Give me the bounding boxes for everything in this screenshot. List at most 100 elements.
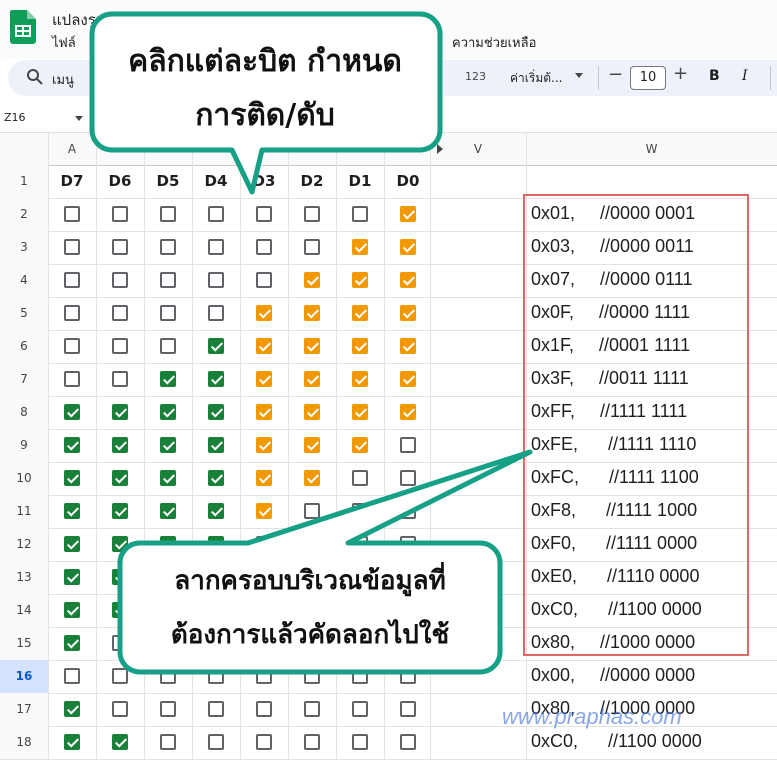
checkbox-d3[interactable] bbox=[256, 239, 272, 255]
column-header-w[interactable]: W bbox=[526, 133, 777, 165]
checkbox-d7[interactable] bbox=[64, 437, 80, 453]
checkbox-d0[interactable] bbox=[400, 503, 416, 519]
name-box[interactable]: Z16 bbox=[4, 111, 26, 124]
checkbox-d4[interactable] bbox=[208, 536, 224, 552]
checkbox-d4[interactable] bbox=[208, 272, 224, 288]
checkbox-d6[interactable] bbox=[112, 503, 128, 519]
checkbox-d2[interactable] bbox=[304, 305, 320, 321]
row-header[interactable]: 1 bbox=[0, 165, 48, 198]
checkbox-d0[interactable] bbox=[400, 305, 416, 321]
checkbox-d5[interactable] bbox=[160, 668, 176, 684]
row-header[interactable]: 8 bbox=[0, 396, 48, 429]
checkbox-d5[interactable] bbox=[160, 470, 176, 486]
checkbox-d6[interactable] bbox=[112, 437, 128, 453]
document-title[interactable]: แปลงรูป bbox=[52, 8, 105, 32]
bold-button[interactable]: B bbox=[709, 68, 720, 84]
checkbox-d6[interactable] bbox=[112, 272, 128, 288]
checkbox-d2[interactable] bbox=[304, 536, 320, 552]
checkbox-d6[interactable] bbox=[112, 404, 128, 420]
checkbox-d1[interactable] bbox=[352, 536, 368, 552]
checkbox-d7[interactable] bbox=[64, 272, 80, 288]
checkbox-d6[interactable] bbox=[112, 668, 128, 684]
checkbox-d4[interactable] bbox=[208, 371, 224, 387]
checkbox-d6[interactable] bbox=[112, 734, 128, 750]
checkbox-d1[interactable] bbox=[352, 272, 368, 288]
checkbox-d7[interactable] bbox=[64, 239, 80, 255]
checkbox-d3[interactable] bbox=[256, 206, 272, 222]
checkbox-d7[interactable] bbox=[64, 305, 80, 321]
checkbox-d6[interactable] bbox=[112, 701, 128, 717]
checkbox-d1[interactable] bbox=[352, 437, 368, 453]
row-header[interactable]: 17 bbox=[0, 693, 48, 726]
row-header[interactable]: 4 bbox=[0, 264, 48, 297]
checkbox-d3[interactable] bbox=[256, 305, 272, 321]
checkbox-d6[interactable] bbox=[112, 536, 128, 552]
checkbox-d4[interactable] bbox=[208, 404, 224, 420]
checkbox-d2[interactable] bbox=[304, 338, 320, 354]
checkbox-d1[interactable] bbox=[352, 503, 368, 519]
checkbox-d5[interactable] bbox=[160, 338, 176, 354]
checkbox-d7[interactable] bbox=[64, 602, 80, 618]
checkbox-d2[interactable] bbox=[304, 701, 320, 717]
row-header[interactable]: 3 bbox=[0, 231, 48, 264]
checkbox-d7[interactable] bbox=[64, 503, 80, 519]
checkbox-d4[interactable] bbox=[208, 437, 224, 453]
checkbox-d6[interactable] bbox=[112, 470, 128, 486]
checkbox-d3[interactable] bbox=[256, 371, 272, 387]
decrease-font-size-button[interactable]: − bbox=[608, 64, 623, 85]
checkbox-d3[interactable] bbox=[256, 536, 272, 552]
checkbox-d7[interactable] bbox=[64, 635, 80, 651]
sheets-logo-icon[interactable] bbox=[10, 10, 36, 44]
menu-help[interactable]: ความช่วยเหลือ bbox=[452, 32, 536, 53]
checkbox-d7[interactable] bbox=[64, 668, 80, 684]
row-header[interactable]: 10 bbox=[0, 462, 48, 495]
checkbox-d2[interactable] bbox=[304, 371, 320, 387]
row-header[interactable]: 7 bbox=[0, 363, 48, 396]
checkbox-d2[interactable] bbox=[304, 734, 320, 750]
checkbox-d1[interactable] bbox=[352, 338, 368, 354]
checkbox-d6[interactable] bbox=[112, 371, 128, 387]
font-size-input[interactable]: 10 bbox=[630, 66, 666, 90]
checkbox-d5[interactable] bbox=[160, 305, 176, 321]
checkbox-d3[interactable] bbox=[256, 338, 272, 354]
checkbox-d1[interactable] bbox=[352, 239, 368, 255]
checkbox-d7[interactable] bbox=[64, 734, 80, 750]
checkbox-d2[interactable] bbox=[304, 503, 320, 519]
checkbox-d4[interactable] bbox=[208, 503, 224, 519]
italic-button[interactable]: I bbox=[742, 68, 748, 84]
increase-font-size-button[interactable]: + bbox=[673, 63, 688, 84]
checkbox-d3[interactable] bbox=[256, 272, 272, 288]
checkbox-d7[interactable] bbox=[64, 338, 80, 354]
search-icon[interactable] bbox=[26, 68, 44, 86]
menu-file[interactable]: ไฟล์ bbox=[52, 32, 76, 53]
checkbox-d1[interactable] bbox=[352, 668, 368, 684]
checkbox-d0[interactable] bbox=[400, 272, 416, 288]
checkbox-d6[interactable] bbox=[112, 206, 128, 222]
checkbox-d4[interactable] bbox=[208, 305, 224, 321]
checkbox-d6[interactable] bbox=[112, 239, 128, 255]
chevron-down-icon[interactable] bbox=[75, 116, 83, 121]
checkbox-d1[interactable] bbox=[352, 470, 368, 486]
checkbox-d1[interactable] bbox=[352, 305, 368, 321]
checkbox-d3[interactable] bbox=[256, 404, 272, 420]
checkbox-d1[interactable] bbox=[352, 371, 368, 387]
checkbox-d0[interactable] bbox=[400, 404, 416, 420]
checkbox-d0[interactable] bbox=[400, 470, 416, 486]
checkbox-d5[interactable] bbox=[160, 371, 176, 387]
menu-search-input[interactable]: เมนู bbox=[52, 69, 74, 90]
checkbox-d0[interactable] bbox=[400, 734, 416, 750]
checkbox-d3[interactable] bbox=[256, 437, 272, 453]
checkbox-d4[interactable] bbox=[208, 239, 224, 255]
checkbox-d2[interactable] bbox=[304, 470, 320, 486]
checkbox-d7[interactable] bbox=[64, 371, 80, 387]
checkbox-d7[interactable] bbox=[64, 404, 80, 420]
checkbox-d5[interactable] bbox=[160, 437, 176, 453]
checkbox-d4[interactable] bbox=[208, 734, 224, 750]
row-header[interactable]: 12 bbox=[0, 528, 48, 561]
checkbox-d0[interactable] bbox=[400, 536, 416, 552]
row-header[interactable]: 13 bbox=[0, 561, 48, 594]
checkbox-d2[interactable] bbox=[304, 437, 320, 453]
checkbox-d7[interactable] bbox=[64, 206, 80, 222]
checkbox-d2[interactable] bbox=[304, 668, 320, 684]
checkbox-d4[interactable] bbox=[208, 701, 224, 717]
